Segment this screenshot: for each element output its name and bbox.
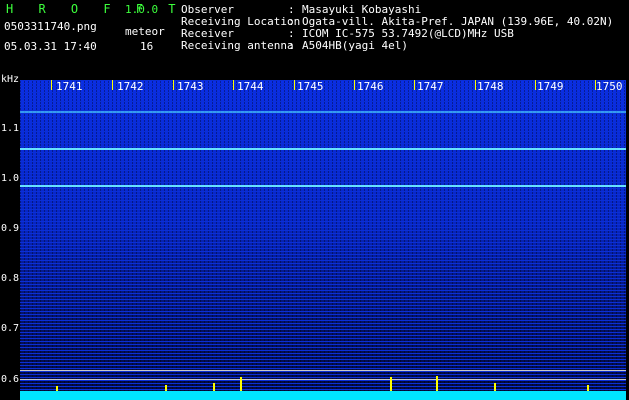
y-axis-unit: kHz: [1, 74, 20, 85]
time-label: 1741: [56, 80, 83, 93]
y-label: 1.0: [1, 173, 20, 184]
time-label: 1743: [177, 80, 204, 93]
meteor-spike: [240, 377, 242, 391]
time-label: 1744: [237, 80, 264, 93]
station-info: Observer: Masayuki Kobayashi Receiving L…: [181, 4, 613, 52]
time-label: 1747: [417, 80, 444, 93]
app-version: 1.0.0: [125, 3, 159, 16]
capture-datetime: 05.03.31 17:40: [4, 40, 97, 53]
time-label: 1745: [297, 80, 324, 93]
y-label: 0.9: [1, 223, 20, 234]
meteor-spike: [165, 385, 167, 391]
time-tick: [233, 80, 234, 90]
image-filename: 0503311740.png: [4, 20, 97, 33]
meteor-spike: [436, 376, 438, 391]
carrier-line: [20, 111, 626, 113]
time-tick: [173, 80, 174, 90]
meteor-spike: [587, 385, 589, 391]
time-label: 1742: [117, 80, 144, 93]
meteor-label: meteor: [125, 25, 165, 38]
meteor-count: 16: [140, 40, 154, 53]
meteor-spike: [494, 383, 496, 391]
time-label: 1746: [357, 80, 384, 93]
time-label: 1750: [596, 80, 623, 93]
baseline-bottom: [20, 379, 626, 380]
y-label: 1.1: [1, 123, 20, 134]
carrier-line: [20, 185, 626, 187]
time-tick: [112, 80, 113, 90]
time-label: 1749: [537, 80, 564, 93]
time-label: 1748: [477, 80, 504, 93]
time-tick: [51, 80, 52, 90]
baseline-top: [20, 370, 626, 371]
info-key: Receiving antenna: [181, 39, 294, 52]
y-label: 0.8: [1, 273, 20, 284]
time-tick: [294, 80, 295, 90]
meteor-spike: [56, 386, 58, 391]
y-label: 0.6: [1, 374, 20, 385]
carrier-line: [20, 148, 626, 150]
time-tick: [354, 80, 355, 90]
spectrogram: [20, 80, 626, 400]
info-value: A504HB(yagi 4el): [302, 39, 408, 52]
meteor-spike: [390, 377, 392, 391]
time-tick: [535, 80, 536, 90]
time-tick: [475, 80, 476, 90]
meteor-spike: [213, 383, 215, 391]
time-tick: [414, 80, 415, 90]
y-label: 0.7: [1, 323, 20, 334]
signal-strength-strip: [20, 391, 626, 400]
info-row-antenna: Receiving antenna: A504HB(yagi 4el): [181, 39, 408, 52]
